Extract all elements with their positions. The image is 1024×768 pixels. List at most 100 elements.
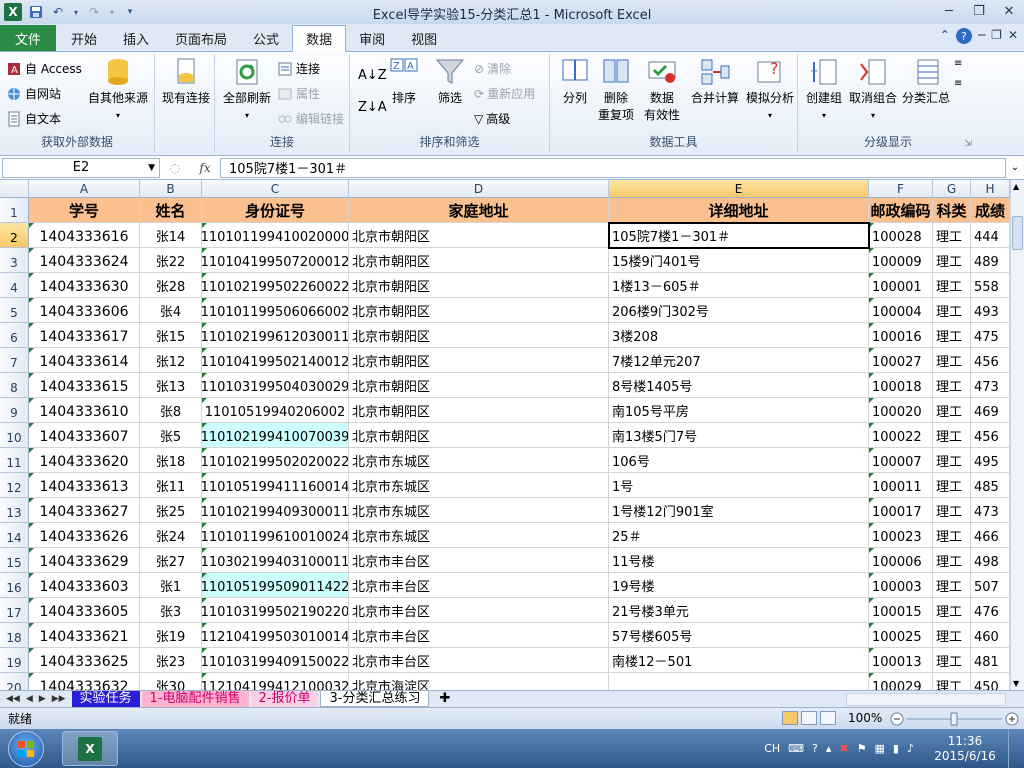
- table-cell[interactable]: 1404333613: [29, 473, 140, 498]
- from-access-button[interactable]: A 自 Access: [6, 60, 82, 77]
- what-if-analysis-button[interactable]: ? 模拟分析 ▾: [744, 56, 796, 124]
- table-cell[interactable]: 张25: [140, 498, 202, 523]
- table-cell[interactable]: 1号: [609, 473, 869, 498]
- table-cell[interactable]: 100013: [869, 648, 933, 673]
- table-cell[interactable]: 476: [971, 598, 1010, 623]
- table-cell[interactable]: 1404333621: [29, 623, 140, 648]
- start-button[interactable]: [8, 730, 44, 767]
- table-cell[interactable]: 北京市丰台区: [349, 648, 609, 673]
- table-cell[interactable]: 1404333606: [29, 298, 140, 323]
- dialog-launcher-icon[interactable]: ⇲: [964, 139, 972, 149]
- scroll-down-icon[interactable]: ▼: [1013, 679, 1019, 688]
- table-cell[interactable]: 206楼9门302号: [609, 298, 869, 323]
- table-cell[interactable]: 北京市朝阳区: [349, 323, 609, 348]
- table-cell[interactable]: 110105199411160014: [202, 473, 349, 498]
- table-cell[interactable]: 105院7楼1－301＃: [609, 223, 869, 248]
- table-cell[interactable]: 1404333603: [29, 573, 140, 598]
- column-header-a[interactable]: A: [29, 180, 140, 198]
- table-cell[interactable]: 理工: [933, 598, 971, 623]
- page-layout-view-icon[interactable]: [801, 711, 817, 725]
- table-cell[interactable]: 北京市朝阳区: [349, 423, 609, 448]
- refresh-all-button[interactable]: 全部刷新 ▾: [219, 56, 275, 124]
- show-detail-icon[interactable]: ≡: [954, 58, 962, 69]
- table-cell[interactable]: 100029: [869, 673, 933, 690]
- table-cell[interactable]: 理工: [933, 298, 971, 323]
- table-cell[interactable]: 110105199509011422: [202, 573, 349, 598]
- table-cell[interactable]: 张3: [140, 598, 202, 623]
- help-tray-icon[interactable]: ?: [812, 742, 818, 755]
- connections-button[interactable]: 连接: [277, 60, 320, 77]
- table-cell[interactable]: 张8: [140, 398, 202, 423]
- table-cell[interactable]: 100022: [869, 423, 933, 448]
- row-header[interactable]: 19: [0, 648, 29, 673]
- tab-home[interactable]: 开始: [58, 25, 110, 51]
- help-icon[interactable]: ?: [955, 28, 972, 44]
- column-header-d[interactable]: D: [349, 180, 609, 198]
- table-cell[interactable]: 100025: [869, 623, 933, 648]
- table-cell[interactable]: 北京市东城区: [349, 523, 609, 548]
- sheet-tab-task[interactable]: 实验任务: [71, 691, 140, 707]
- table-cell[interactable]: 北京市朝阳区: [349, 398, 609, 423]
- reapply-button[interactable]: ⟳ 重新应用: [474, 85, 535, 102]
- table-cell[interactable]: 1404333632: [29, 673, 140, 690]
- table-cell[interactable]: 450: [971, 673, 1010, 690]
- table-cell[interactable]: 466: [971, 523, 1010, 548]
- table-cell[interactable]: 444: [971, 223, 1010, 248]
- row-header[interactable]: 1: [0, 198, 29, 223]
- minimize-ribbon-icon[interactable]: ⌃: [940, 28, 950, 44]
- table-cell[interactable]: 张1: [140, 573, 202, 598]
- table-cell[interactable]: 7楼12单元207: [609, 348, 869, 373]
- table-cell[interactable]: 485: [971, 473, 1010, 498]
- table-cell[interactable]: 北京市朝阳区: [349, 273, 609, 298]
- header-cell[interactable]: 学号: [29, 198, 140, 223]
- table-cell[interactable]: 473: [971, 373, 1010, 398]
- row-header[interactable]: 13: [0, 498, 29, 523]
- close-icon[interactable]: ✕: [994, 0, 1024, 22]
- table-cell[interactable]: 1404333626: [29, 523, 140, 548]
- header-cell[interactable]: 科类: [933, 198, 971, 223]
- header-cell[interactable]: 身份证号: [202, 198, 349, 223]
- table-cell[interactable]: 北京市朝阳区: [349, 223, 609, 248]
- sheet-tab-subtotal[interactable]: 3-分类汇总练习: [320, 691, 430, 707]
- table-cell[interactable]: 493: [971, 298, 1010, 323]
- table-cell[interactable]: 460: [971, 623, 1010, 648]
- table-cell[interactable]: 112104199412100032: [202, 673, 349, 690]
- next-sheet-icon[interactable]: ▶: [39, 694, 46, 704]
- sort-ascending-icon[interactable]: A↓Z: [358, 68, 387, 83]
- table-cell[interactable]: 100003: [869, 573, 933, 598]
- row-header[interactable]: 3: [0, 248, 29, 273]
- table-cell[interactable]: 100007: [869, 448, 933, 473]
- properties-button[interactable]: 属性: [277, 85, 320, 102]
- row-header[interactable]: 5: [0, 298, 29, 323]
- doc-restore-icon[interactable]: ❐: [991, 28, 1002, 44]
- row-header[interactable]: 4: [0, 273, 29, 298]
- table-cell[interactable]: 110102199410070039: [202, 423, 349, 448]
- row-header[interactable]: 14: [0, 523, 29, 548]
- sheet-tab-sales[interactable]: 1-电脑配件销售: [141, 691, 249, 707]
- tab-formulas[interactable]: 公式: [240, 25, 292, 51]
- table-cell[interactable]: 张13: [140, 373, 202, 398]
- prev-sheet-icon[interactable]: ◀: [26, 694, 33, 704]
- table-cell[interactable]: 南105号平房: [609, 398, 869, 423]
- insert-function-icon[interactable]: fx: [190, 161, 220, 175]
- table-cell[interactable]: 理工: [933, 523, 971, 548]
- table-cell[interactable]: 100027: [869, 348, 933, 373]
- select-all-corner[interactable]: [0, 180, 29, 198]
- table-cell[interactable]: 北京市朝阳区: [349, 298, 609, 323]
- table-cell[interactable]: 张15: [140, 323, 202, 348]
- network-icon[interactable]: ▮: [893, 742, 899, 755]
- column-header-g[interactable]: G: [933, 180, 971, 198]
- table-cell[interactable]: 理工: [933, 348, 971, 373]
- table-cell[interactable]: 理工: [933, 248, 971, 273]
- table-cell[interactable]: 1404333629: [29, 548, 140, 573]
- table-cell[interactable]: 1404333630: [29, 273, 140, 298]
- table-cell[interactable]: 1404333605: [29, 598, 140, 623]
- table-cell[interactable]: 北京市东城区: [349, 473, 609, 498]
- table-cell[interactable]: 北京市丰台区: [349, 573, 609, 598]
- row-header[interactable]: 10: [0, 423, 29, 448]
- table-cell[interactable]: 北京市东城区: [349, 448, 609, 473]
- table-cell[interactable]: 456: [971, 423, 1010, 448]
- tab-page-layout[interactable]: 页面布局: [162, 25, 240, 51]
- column-header-c[interactable]: C: [202, 180, 349, 198]
- header-cell[interactable]: 详细地址: [609, 198, 869, 223]
